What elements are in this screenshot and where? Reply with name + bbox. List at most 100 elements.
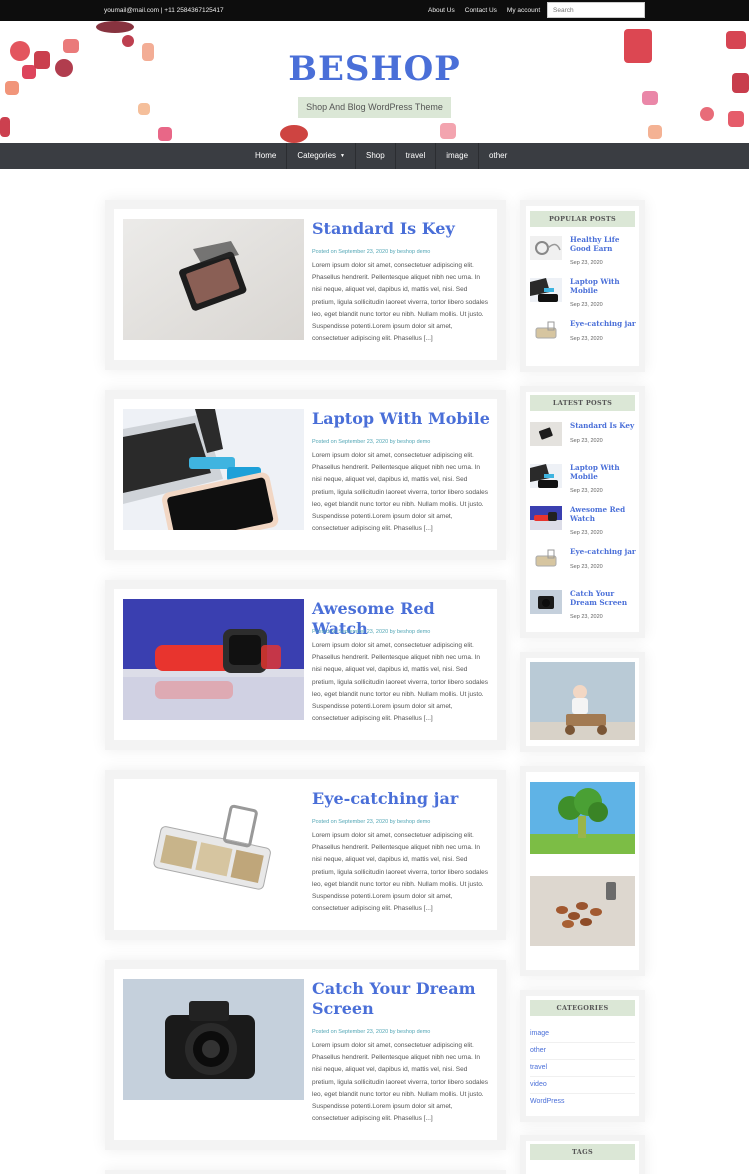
post-excerpt: Lorem ipsum dolor sit amet, consectetuer…	[312, 1042, 488, 1123]
decor-candy	[280, 125, 308, 143]
category-link[interactable]: travel	[530, 1064, 547, 1071]
popular-post-title[interactable]: Eye-catching jar	[570, 319, 640, 329]
thumb-jar	[530, 548, 562, 572]
tags-widget: TAGS	[520, 1135, 645, 1174]
decor-candy	[726, 31, 746, 49]
main-nav: Home Categories ▼ Shop travel image other	[0, 143, 749, 169]
decor-candy	[0, 117, 10, 137]
widget-inner: TAGS	[526, 1141, 639, 1174]
image-almonds[interactable]	[530, 876, 635, 946]
image-widget	[520, 652, 645, 752]
nav-item-travel[interactable]: travel	[396, 143, 437, 169]
category-link[interactable]: WordPress	[530, 1098, 565, 1105]
post-card: Catch Your Dream Screen Posted on Septem…	[105, 960, 506, 1150]
post-card: Awesome Red Watch Posted on September 23…	[105, 580, 506, 750]
thumb-watch	[530, 506, 562, 530]
about-us-link[interactable]: About Us	[428, 7, 455, 14]
widget-title: POPULAR POSTS	[530, 211, 635, 227]
widget-inner: POPULAR POSTS Healthy Life Good Earn Sep…	[526, 206, 639, 366]
popular-post-item[interactable]: Eye-catching jar Sep 23, 2020	[530, 319, 636, 354]
popular-post-item[interactable]: Laptop With Mobile Sep 23, 2020	[530, 277, 635, 312]
popular-post-title[interactable]: Healthy Life Good Earn	[570, 235, 640, 253]
top-links: About Us Contact Us My account	[428, 7, 540, 14]
nav-item-categories[interactable]: Categories ▼	[287, 143, 356, 169]
latest-post-title[interactable]: Catch Your Dream Screen	[570, 589, 640, 607]
nav-item-image[interactable]: image	[436, 143, 480, 169]
popular-post-date: Sep 23, 2020	[570, 336, 603, 342]
popular-posts-widget: POPULAR POSTS Healthy Life Good Earn Sep…	[520, 200, 645, 372]
latest-post-item[interactable]: Laptop With Mobile Sep 23, 2020	[530, 463, 635, 498]
thumb-laptop	[530, 278, 562, 302]
post-card: Eye-catching jar Posted on September 23,…	[105, 770, 506, 940]
latest-post-item[interactable]: Awesome Red Watch Sep 23, 2020	[530, 505, 635, 540]
nav-item-home[interactable]: Home	[245, 143, 288, 169]
divider	[530, 1059, 635, 1060]
decor-candy	[728, 111, 744, 127]
popular-post-title[interactable]: Laptop With Mobile	[570, 277, 640, 295]
latest-post-date: Sep 23, 2020	[570, 438, 603, 444]
post-card: Standard Is Key Posted on September 23, …	[105, 200, 506, 370]
post-thumbnail-watch[interactable]	[123, 599, 304, 720]
post-meta: Posted on September 23, 2020 by beshop d…	[312, 819, 431, 825]
widget-inner	[526, 658, 639, 746]
divider	[530, 1042, 635, 1043]
latest-post-title[interactable]: Laptop With Mobile	[570, 463, 640, 481]
post-thumbnail-camera[interactable]	[123, 979, 304, 1100]
post-excerpt: Lorem ipsum dolor sit amet, consectetuer…	[312, 832, 488, 913]
nav-item-other[interactable]: other	[479, 143, 517, 169]
post-card	[105, 1170, 506, 1174]
decor-candy	[138, 103, 150, 115]
search-input[interactable]	[547, 2, 645, 18]
latest-post-date: Sep 23, 2020	[570, 564, 603, 570]
decor-candy	[158, 127, 172, 141]
latest-posts-widget: LATEST POSTS Standard Is Key Sep 23, 202…	[520, 386, 645, 638]
image-baby-cart[interactable]	[530, 662, 635, 740]
post-title[interactable]: Laptop With Mobile	[312, 409, 492, 429]
caret-down-icon: ▼	[340, 153, 345, 159]
latest-post-item[interactable]: Catch Your Dream Screen Sep 23, 2020	[530, 589, 635, 624]
latest-post-date: Sep 23, 2020	[570, 614, 603, 620]
post-card: Laptop With Mobile Posted on September 2…	[105, 390, 506, 560]
widget-title: LATEST POSTS	[530, 395, 635, 411]
post-thumbnail-laptop[interactable]	[123, 409, 304, 530]
thumb-jar	[530, 320, 562, 344]
post-title[interactable]: Standard Is Key	[312, 219, 492, 239]
category-link[interactable]: video	[530, 1081, 547, 1088]
decor-candy	[642, 91, 658, 105]
popular-post-item[interactable]: Healthy Life Good Earn Sep 23, 2020	[530, 235, 635, 270]
site-header: BESHOP Shop And Blog WordPress Theme	[0, 21, 749, 143]
nav-item-categories-label: Categories	[297, 151, 337, 161]
popular-post-date: Sep 23, 2020	[570, 302, 603, 308]
image-broccoli-tree[interactable]	[530, 782, 635, 854]
categories-widget: CATEGORIES image other travel video Word…	[520, 990, 645, 1122]
nav-item-shop[interactable]: Shop	[356, 143, 396, 169]
latest-post-title[interactable]: Standard Is Key	[570, 421, 640, 431]
thumb-compact	[530, 422, 562, 446]
latest-post-date: Sep 23, 2020	[570, 530, 603, 536]
post-thumbnail-compact[interactable]	[123, 219, 304, 340]
post-excerpt: Lorem ipsum dolor sit amet, consectetuer…	[312, 642, 488, 723]
latest-post-date: Sep 23, 2020	[570, 488, 603, 494]
decor-candy	[700, 107, 714, 121]
latest-post-item[interactable]: Eye-catching jar Sep 23, 2020	[530, 547, 636, 582]
latest-post-item[interactable]: Standard Is Key Sep 23, 2020	[530, 421, 635, 456]
category-link[interactable]: image	[530, 1030, 549, 1037]
contact-us-link[interactable]: Contact Us	[465, 7, 497, 14]
post-thumbnail-jar[interactable]	[123, 789, 304, 910]
post-meta: Posted on September 23, 2020 by beshop d…	[312, 1029, 431, 1035]
my-account-link[interactable]: My account	[507, 7, 540, 14]
top-bar: youmail@mail.com | +11 2584367125417 Abo…	[0, 0, 749, 21]
post-title[interactable]: Catch Your Dream Screen	[312, 979, 492, 1019]
site-title[interactable]: BESHOP	[0, 49, 749, 89]
post-inner: Eye-catching jar Posted on September 23,…	[114, 779, 497, 930]
category-link[interactable]: other	[530, 1047, 546, 1054]
decor-candy	[122, 35, 134, 47]
thumb-stethoscope	[530, 236, 562, 260]
post-inner: Catch Your Dream Screen Posted on Septem…	[114, 969, 497, 1140]
latest-post-title[interactable]: Awesome Red Watch	[570, 505, 640, 523]
post-inner: Laptop With Mobile Posted on September 2…	[114, 399, 497, 550]
post-title[interactable]: Eye-catching jar	[312, 789, 492, 809]
post-excerpt: Lorem ipsum dolor sit amet, consectetuer…	[312, 452, 488, 533]
latest-post-title[interactable]: Eye-catching jar	[570, 547, 640, 557]
thumb-camera	[530, 590, 562, 614]
